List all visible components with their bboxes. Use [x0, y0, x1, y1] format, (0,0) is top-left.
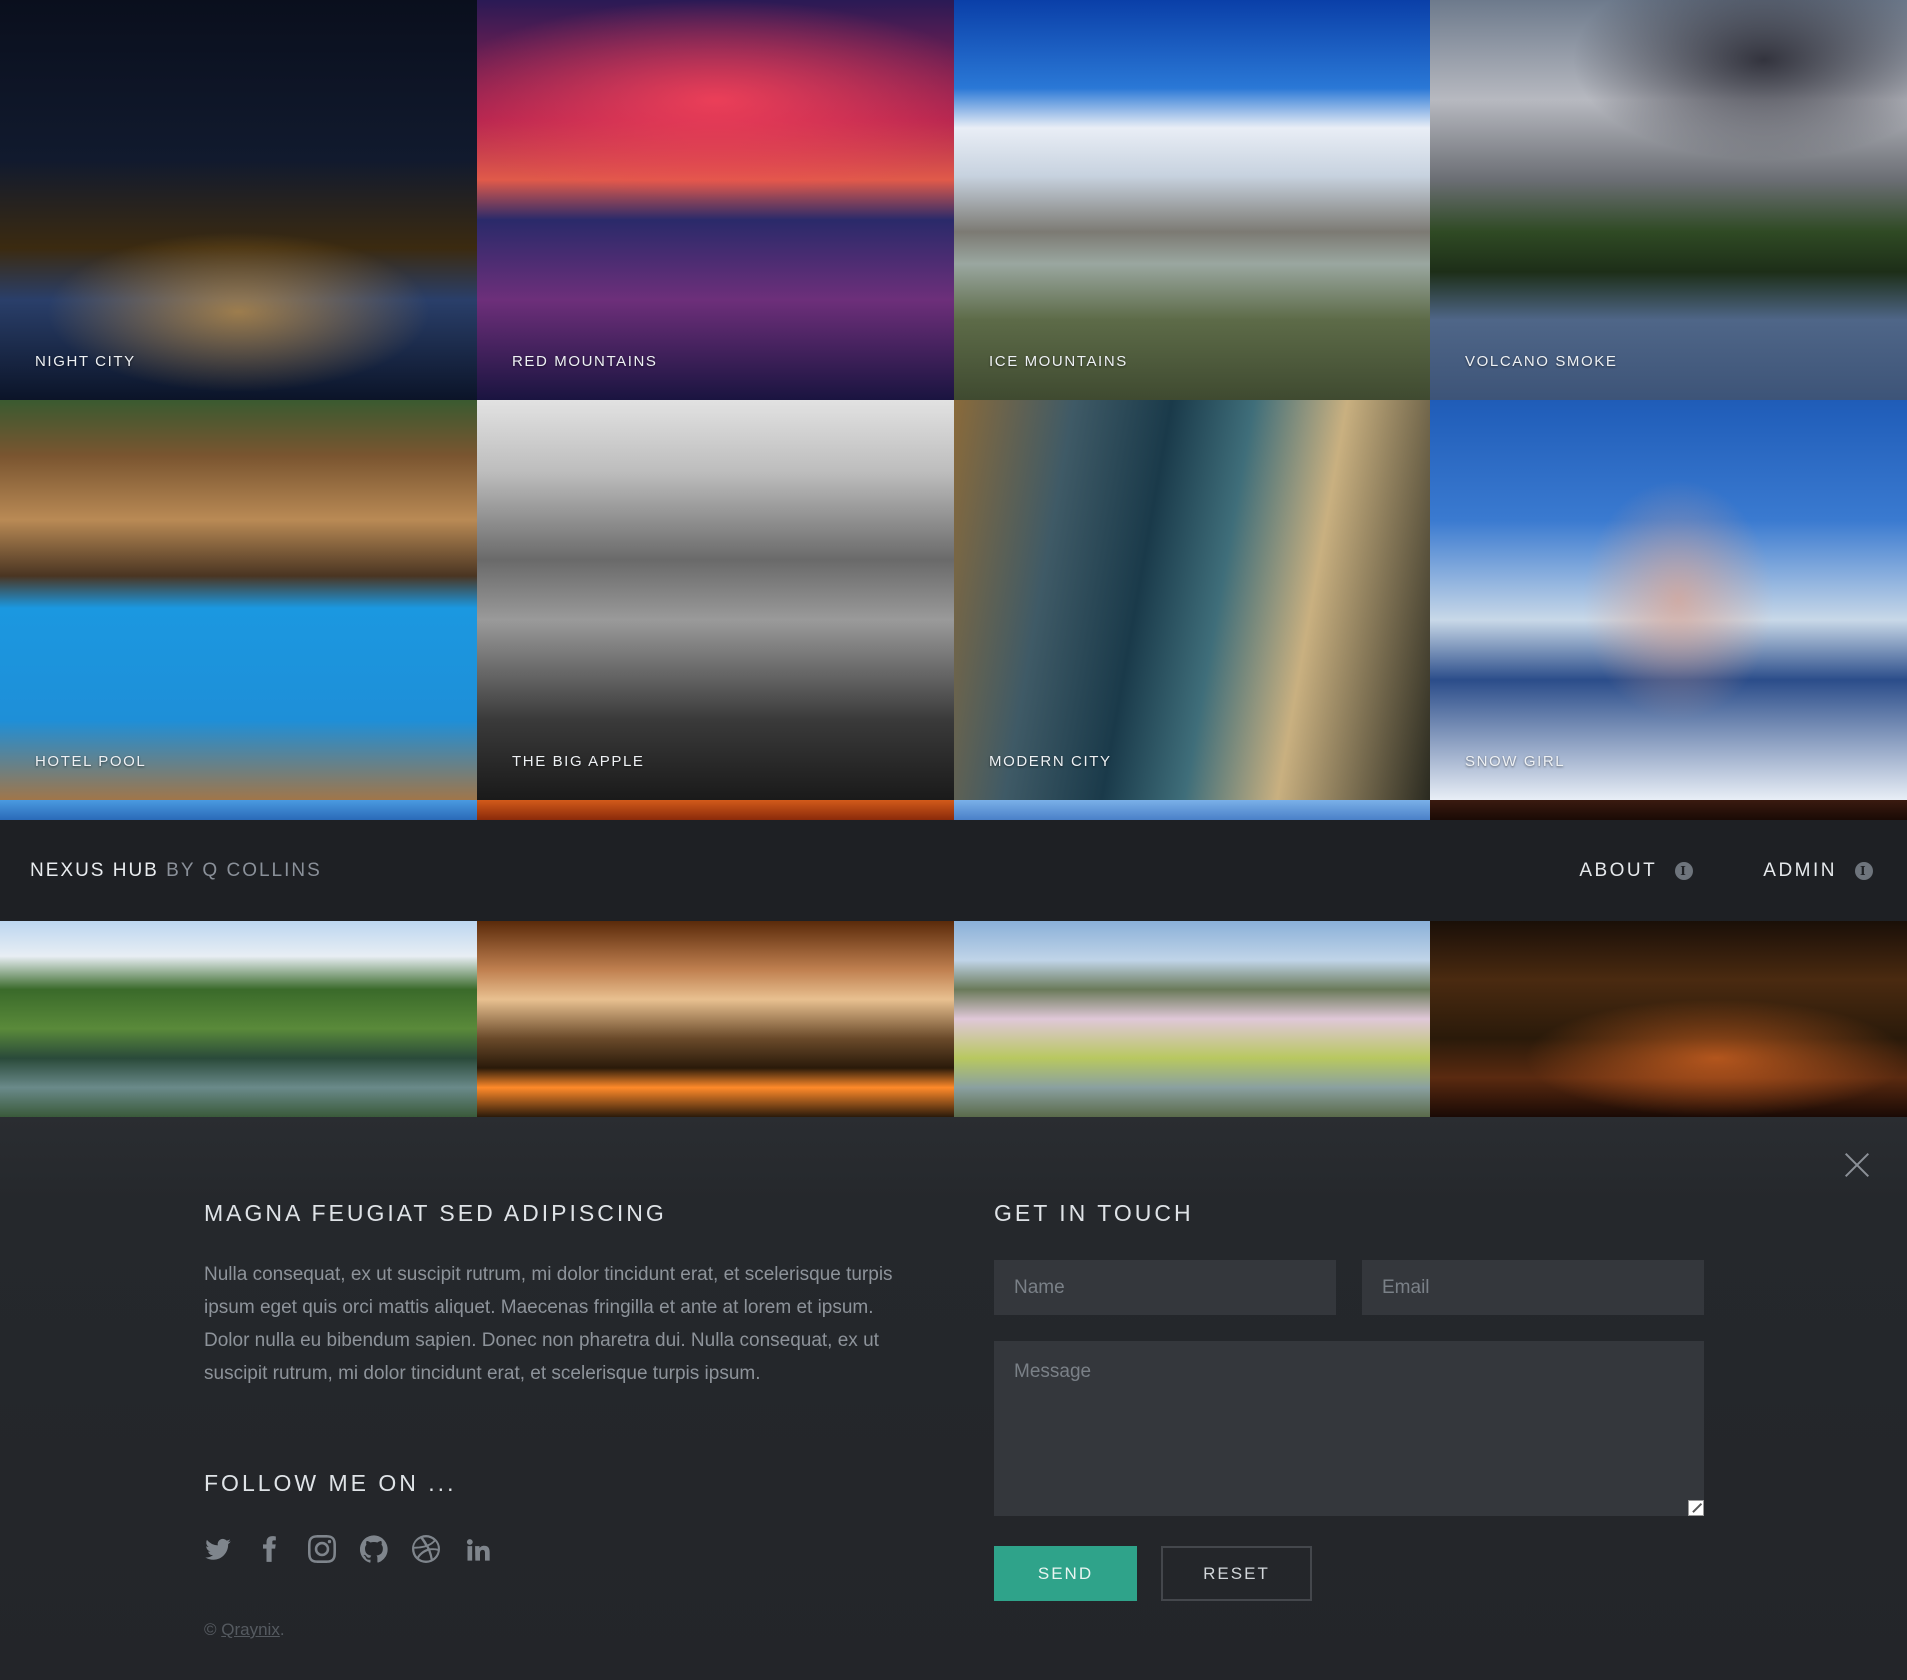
gallery-tile[interactable] [1430, 921, 1907, 1117]
gallery-tile[interactable]: Volcano Smoke [1430, 0, 1907, 400]
gallery-tile[interactable] [477, 921, 954, 1117]
message-field[interactable] [994, 1341, 1704, 1516]
about-text: Nulla consequat, ex ut suscipit rutrum, … [204, 1264, 893, 1384]
info-icon: i [1855, 861, 1873, 880]
main-nav: About i Admin i [1579, 820, 1873, 921]
name-field[interactable] [994, 1260, 1336, 1315]
top-bar: Nexus Hub by Q Collins About i Admin i [0, 820, 1907, 921]
gallery-tile[interactable] [954, 800, 1430, 820]
gallery-tile[interactable] [0, 921, 477, 1117]
tile-label: The Big Apple [512, 753, 645, 770]
facebook-icon[interactable] [256, 1535, 284, 1563]
gallery-tile[interactable] [954, 921, 1430, 1117]
gallery-tile[interactable]: Red Mountains [477, 0, 954, 400]
about-title: Magna Feugiat Sed Adipiscing [204, 1200, 667, 1226]
copyright: © Qraynix. [204, 1620, 285, 1640]
brand-name: Nexus Hub [30, 860, 159, 881]
tile-label: Ice Mountains [989, 353, 1128, 370]
gallery-tile[interactable] [1430, 800, 1907, 820]
close-icon[interactable] [1844, 1152, 1870, 1178]
github-icon[interactable] [360, 1535, 388, 1563]
nav-item-admin[interactable]: Admin i [1763, 860, 1873, 882]
copyright-end: . [279, 1620, 285, 1639]
copyright-symbol: © [204, 1620, 217, 1639]
brand-byline: by Q Collins [166, 860, 322, 881]
tile-label: Modern City [989, 753, 1112, 770]
nav-item-label: Admin [1763, 859, 1837, 881]
copyright-link[interactable]: Qraynix [221, 1620, 280, 1639]
gallery-tile[interactable] [0, 800, 477, 820]
instagram-icon[interactable] [308, 1535, 336, 1563]
contact-title: Get in touch [994, 1200, 1194, 1226]
linkedin-icon[interactable] [464, 1535, 492, 1563]
gallery-tile[interactable]: Night City [0, 0, 477, 400]
nav-item-about[interactable]: About i [1579, 859, 1694, 882]
follow-title: Follow me on ... [204, 1470, 457, 1496]
social-links [204, 1535, 492, 1563]
email-field[interactable] [1362, 1260, 1704, 1315]
brand-logo[interactable]: Nexus Hub by Q Collins [30, 820, 322, 921]
info-icon: i [1675, 861, 1694, 880]
tile-label: Volcano Smoke [1465, 353, 1618, 370]
gallery-tile[interactable]: Snow Girl [1430, 400, 1907, 800]
tile-label: Red Mountains [512, 353, 658, 370]
gallery-tile[interactable]: Ice Mountains [954, 0, 1430, 400]
gallery-tile[interactable]: The Big Apple [477, 400, 954, 800]
twitter-icon[interactable] [204, 1535, 232, 1563]
tile-label: Snow Girl [1465, 753, 1566, 770]
tile-label: Night City [35, 353, 136, 370]
send-button[interactable]: Send [994, 1546, 1137, 1601]
reset-button[interactable]: Reset [1161, 1546, 1312, 1601]
gallery-tile[interactable]: Hotel Pool [0, 400, 477, 800]
gallery-tile[interactable]: Modern City [954, 400, 1430, 800]
dribbble-icon[interactable] [412, 1535, 440, 1563]
nav-item-label: About [1579, 859, 1658, 881]
tile-label: Hotel Pool [35, 753, 147, 770]
gallery-tile[interactable] [477, 800, 954, 820]
resize-handle[interactable] [1688, 1500, 1704, 1516]
